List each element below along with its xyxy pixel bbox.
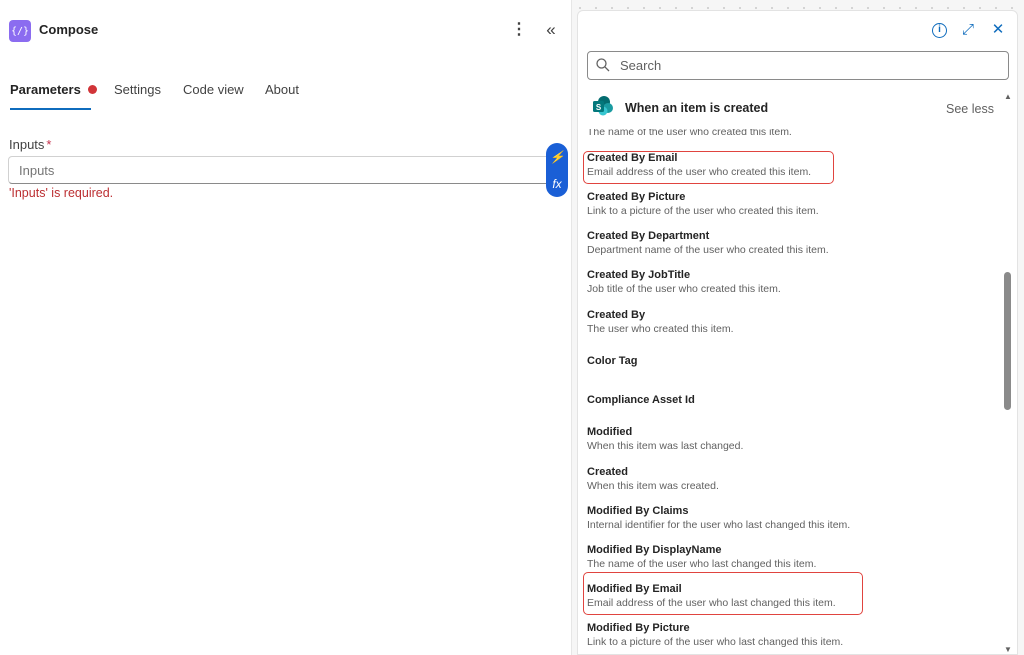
list-item[interactable]: Modified By DisplayName The name of the … xyxy=(587,543,997,571)
list-scrollbar[interactable]: ▲ ▼ xyxy=(1003,89,1015,654)
item-description: When this item was created. xyxy=(587,480,719,492)
list-item[interactable]: Compliance Asset Id xyxy=(587,393,997,407)
expand-icon[interactable]: ⤢ xyxy=(959,20,977,40)
list-item[interactable]: Modified By Picture Link to a picture of… xyxy=(587,621,997,649)
tab-code-view[interactable]: Code view xyxy=(183,82,244,97)
list-item[interactable]: Created By The user who created this ite… xyxy=(587,308,997,336)
list-item[interactable]: Created When this item was created. xyxy=(587,465,997,493)
item-description: Link to a picture of the user who last c… xyxy=(587,636,844,648)
inputs-error-message: 'Inputs' is required. xyxy=(9,186,114,200)
list-item[interactable]: Color Tag xyxy=(587,354,997,368)
item-title: Modified By DisplayName xyxy=(587,544,722,556)
item-title: Created By Department xyxy=(587,230,710,242)
scroll-up-icon[interactable]: ▲ xyxy=(1004,92,1012,101)
search-input[interactable]: Search xyxy=(587,51,1009,80)
trigger-section-title: When an item is created xyxy=(625,101,769,115)
list-item[interactable]: Modified When this item was last changed… xyxy=(587,425,997,453)
item-title: Created xyxy=(587,466,628,478)
tab-about[interactable]: About xyxy=(265,82,299,97)
list-item[interactable]: Created By Picture Link to a picture of … xyxy=(587,190,997,218)
trigger-section-header: S When an item is created See less xyxy=(578,89,1017,129)
search-icon xyxy=(596,58,610,72)
info-icon[interactable]: i xyxy=(932,23,947,38)
item-title: Created By JobTitle xyxy=(587,269,691,281)
list-item[interactable]: Modified By Claims Internal identifier f… xyxy=(587,504,997,532)
item-title: Modified xyxy=(587,426,633,438)
item-description: Department name of the user who created … xyxy=(587,244,829,256)
item-title: Modified By Email xyxy=(587,583,682,595)
tab-label: Parameters xyxy=(10,82,81,97)
action-details-panel: {/} Compose ⋮ « Parameters Settings Code… xyxy=(0,0,572,655)
required-marker: * xyxy=(46,137,52,152)
panel-header: {/} Compose ⋮ « xyxy=(0,0,572,60)
item-title: Color Tag xyxy=(587,355,638,367)
dynamic-content-list: The name of the user who created this it… xyxy=(578,129,1000,654)
action-title[interactable]: Compose xyxy=(39,22,98,37)
sharepoint-icon: S xyxy=(593,96,613,116)
item-title: Compliance Asset Id xyxy=(587,394,695,406)
item-title: Created By Email xyxy=(587,152,678,164)
compose-action-icon: {/} xyxy=(9,20,31,42)
inputs-label-text: Inputs xyxy=(9,137,45,152)
item-title: Modified By Claims xyxy=(587,505,689,517)
inputs-field[interactable] xyxy=(8,156,568,184)
collapse-panel-icon[interactable]: « xyxy=(540,20,562,40)
dynamic-content-panel: i ⤢ ✕ Search S When an item is created S… xyxy=(577,10,1018,655)
svg-text:S: S xyxy=(596,103,602,112)
scroll-down-icon[interactable]: ▼ xyxy=(1004,645,1012,654)
expression-icon[interactable]: fx xyxy=(552,174,561,194)
see-less-link[interactable]: See less xyxy=(946,102,994,116)
active-tab-indicator xyxy=(10,108,91,110)
search-placeholder: Search xyxy=(620,58,662,73)
more-options-icon[interactable]: ⋮ xyxy=(510,20,528,40)
insert-content-toolbar: ⚡ fx xyxy=(546,143,568,197)
item-description: The user who created this item. xyxy=(587,323,734,335)
item-description: Internal identifier for the user who las… xyxy=(587,519,851,531)
list-item[interactable]: The name of the user who created this it… xyxy=(587,129,997,139)
error-dot-icon xyxy=(87,85,97,94)
item-description: Email address of the user who created th… xyxy=(587,166,812,178)
scrollbar-thumb[interactable] xyxy=(1004,272,1011,410)
item-description: Email address of the user who last chang… xyxy=(587,597,836,609)
item-title: Modified By Picture xyxy=(587,622,690,634)
item-description: Job title of the user who created this i… xyxy=(587,283,781,295)
list-item[interactable]: Created By Email Email address of the us… xyxy=(587,151,997,179)
list-item[interactable]: Created By Department Department name of… xyxy=(587,229,997,257)
list-item[interactable]: Created By JobTitle Job title of the use… xyxy=(587,268,997,296)
item-title: Created By xyxy=(587,309,646,321)
dynamic-content-icon[interactable]: ⚡ xyxy=(550,147,565,167)
item-description: Link to a picture of the user who create… xyxy=(587,205,819,217)
panel-actions: i ⤢ ✕ xyxy=(932,20,1007,40)
item-title: Created By Picture xyxy=(587,191,686,203)
close-icon[interactable]: ✕ xyxy=(989,20,1007,40)
item-description: The name of the user who created this it… xyxy=(587,129,792,138)
item-description: When this item was last changed. xyxy=(587,440,744,452)
tab-settings[interactable]: Settings xyxy=(114,82,161,97)
inputs-label: Inputs * xyxy=(9,137,51,152)
item-description: The name of the user who last changed th… xyxy=(587,558,817,570)
list-item[interactable]: Modified By Email Email address of the u… xyxy=(587,582,997,610)
tab-parameters[interactable]: Parameters xyxy=(10,82,97,110)
